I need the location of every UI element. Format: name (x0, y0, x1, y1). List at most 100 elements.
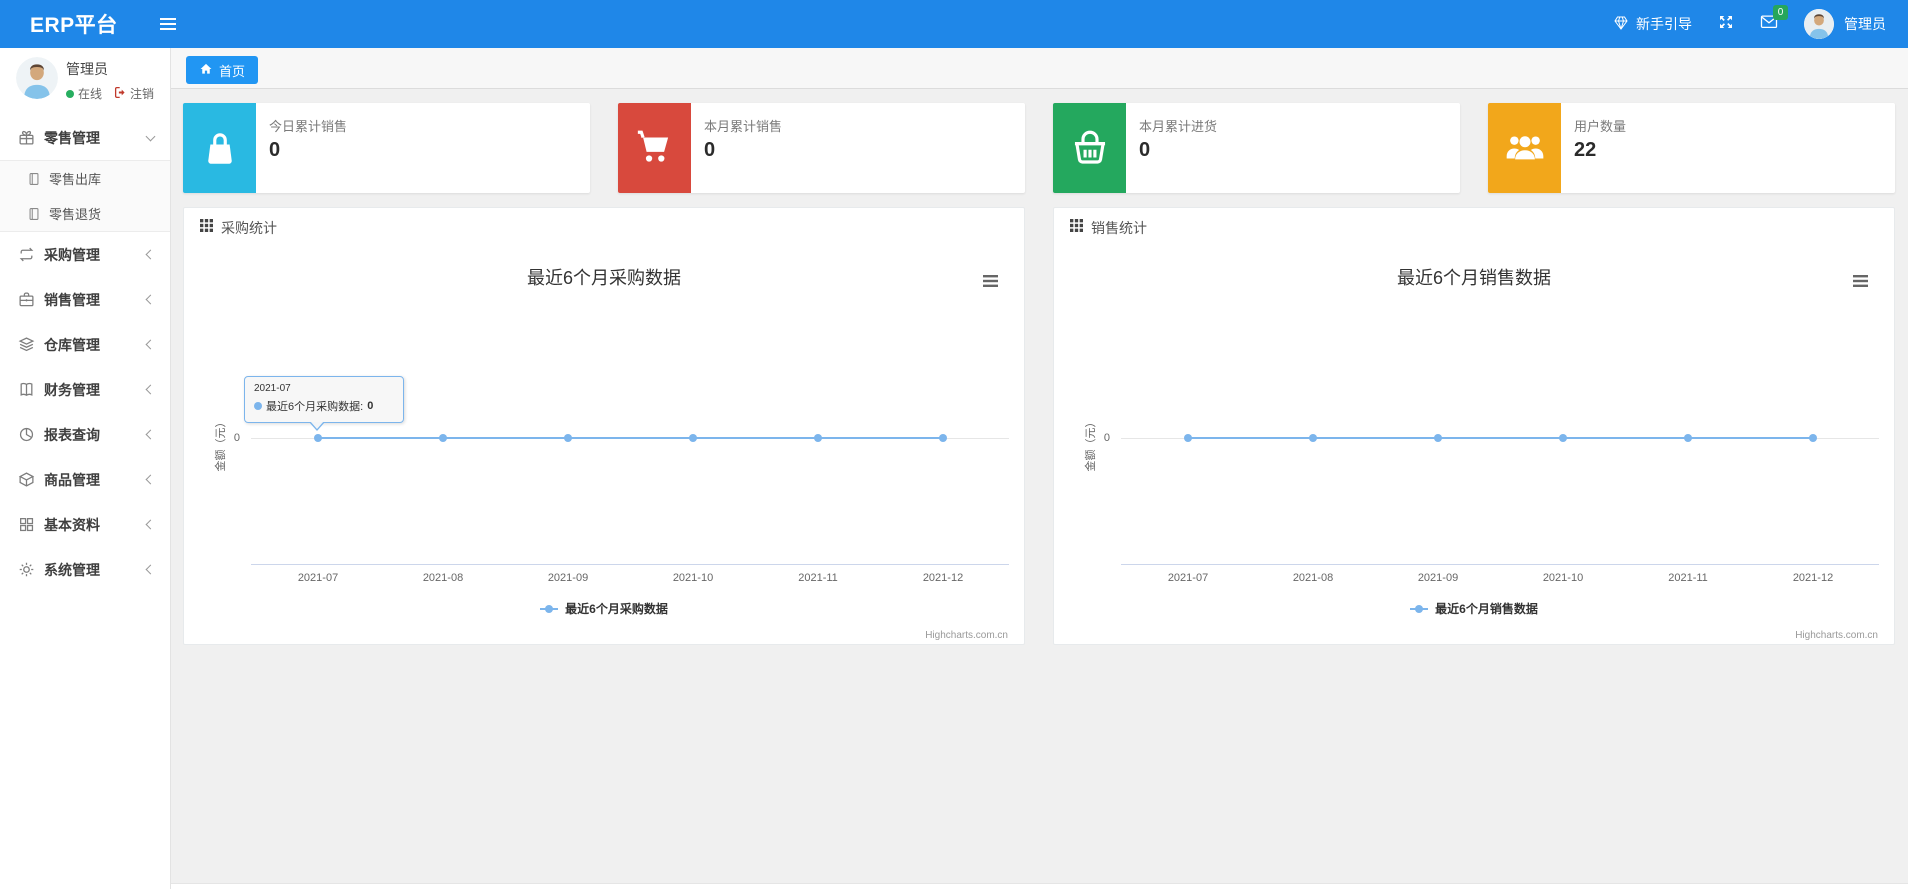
sidebar-item-label: 零售退货 (49, 207, 102, 222)
x-axis-label: 2021-10 (1542, 572, 1584, 584)
home-icon (199, 62, 213, 79)
data-point[interactable] (1184, 434, 1192, 442)
sidebar-menu: 零售管理 零售出库 零售退货 采购管理 销售管理 仓库管理 财务管理 报表查询 … (0, 115, 170, 592)
data-point[interactable] (1309, 434, 1317, 442)
highcharts-credit[interactable]: Highcharts.com.cn (1795, 630, 1878, 641)
sidebar-item-finance-management[interactable]: 财务管理 (0, 367, 170, 412)
messages-button[interactable]: 0 (1760, 5, 1788, 34)
sidebar-user-panel: 管理员 在线 注销 (0, 48, 170, 107)
fullscreen-button[interactable] (1718, 14, 1734, 35)
x-axis-label: 2021-12 (1792, 572, 1834, 584)
chevron-down-icon (145, 131, 156, 141)
x-axis-label: 2021-08 (422, 572, 464, 584)
data-point[interactable] (814, 434, 822, 442)
sidebar-item-warehouse-management[interactable]: 仓库管理 (0, 322, 170, 367)
stat-card-month-sales: 本月累计销售 0 (618, 103, 1025, 193)
main-area: 首页 今日累计销售 0 本月累计销售 0 本月累计进货 0 用户数量 22 采购… (171, 48, 1908, 889)
grid-icon (18, 516, 35, 533)
cart-icon (618, 103, 691, 193)
stat-card-value: 0 (704, 139, 716, 161)
stat-card-today-sales: 今日累计销售 0 (183, 103, 590, 193)
chevron-left-icon (145, 339, 156, 350)
legend-marker-icon (540, 604, 559, 613)
data-point[interactable] (1809, 434, 1817, 442)
gear-icon (18, 561, 35, 578)
stat-card-label: 用户数量 (1574, 119, 1627, 134)
panel-title: 销售统计 (1091, 220, 1147, 236)
top-navbar: ERP平台 新手引导 0 管理员 (0, 0, 1908, 48)
newbie-guide-label: 新手引导 (1636, 16, 1692, 32)
purchase-stats-panel: 采购统计 最近6个月采购数据 金额（元） 0 2021-07 2021-08 2… (183, 207, 1025, 645)
sidebar-item-retail-management[interactable]: 零售管理 (0, 115, 170, 160)
th-grid-icon (200, 219, 213, 237)
x-axis-label: 2021-08 (1292, 572, 1334, 584)
retail-submenu: 零售出库 零售退货 (0, 160, 170, 232)
x-axis-label: 2021-07 (1167, 572, 1209, 584)
legend-label: 最近6个月采购数据 (565, 602, 668, 616)
page-footer (171, 883, 1908, 889)
sidebar-item-label: 系统管理 (44, 561, 100, 578)
journal-icon (27, 207, 41, 221)
purchase-chart: 最近6个月采购数据 金额（元） 0 2021-07 2021-08 2021-0… (184, 248, 1024, 644)
chevron-left-icon (145, 384, 156, 395)
data-point[interactable] (314, 434, 322, 442)
chart-title: 最近6个月采购数据 (526, 268, 681, 288)
data-point[interactable] (564, 434, 572, 442)
y-axis-title: 金额（元） (215, 416, 227, 472)
user-avatar[interactable] (1804, 9, 1834, 39)
chevron-left-icon (145, 429, 156, 440)
tab-bar: 首页 (171, 48, 1908, 89)
sidebar-item-basic-data[interactable]: 基本资料 (0, 502, 170, 547)
logout-link[interactable]: 注销 (114, 85, 154, 102)
data-point[interactable] (1559, 434, 1567, 442)
newbie-guide-button[interactable]: 新手引导 (1613, 14, 1692, 34)
fullscreen-arrows-icon (1718, 14, 1734, 35)
tooltip-series-label: 最近6个月采购数据: (266, 401, 364, 413)
highcharts-credit[interactable]: Highcharts.com.cn (925, 630, 1008, 641)
sidebar-item-label: 仓库管理 (44, 336, 100, 353)
legend-item[interactable]: 最近6个月采购数据 (184, 600, 1024, 617)
stat-card-value: 22 (1574, 139, 1597, 161)
data-point[interactable] (439, 434, 447, 442)
legend-item[interactable]: 最近6个月销售数据 (1054, 600, 1894, 617)
chart-context-menu-button[interactable] (983, 274, 998, 292)
box-icon (18, 471, 35, 488)
sidebar-item-goods-management[interactable]: 商品管理 (0, 457, 170, 502)
navbar-username[interactable]: 管理员 (1844, 14, 1886, 34)
sidebar-item-label: 报表查询 (44, 426, 100, 443)
sidebar-toggle-button[interactable] (159, 15, 176, 33)
chart-context-menu-button[interactable] (1853, 274, 1868, 292)
sidebar-item-report-query[interactable]: 报表查询 (0, 412, 170, 457)
pie-chart-icon (18, 426, 35, 443)
tab-home[interactable]: 首页 (186, 56, 259, 84)
x-axis-label: 2021-09 (1417, 572, 1459, 584)
stat-card-month-purchases: 本月累计进货 0 (1053, 103, 1460, 193)
y-axis-title: 金额（元） (1085, 416, 1097, 472)
data-point[interactable] (1434, 434, 1442, 442)
tooltip-value: 0 (367, 400, 374, 412)
data-point[interactable] (1684, 434, 1692, 442)
sales-chart: 最近6个月销售数据 金额（元） 0 2021-07 2021-08 2021-0… (1054, 248, 1894, 644)
sidebar-item-retail-returns[interactable]: 零售退货 (0, 196, 170, 231)
chart-tooltip: 2021-07 最近6个月采购数据: 0 (244, 376, 404, 431)
sidebar-item-sales-management[interactable]: 销售管理 (0, 277, 170, 322)
online-status-dot (66, 89, 74, 98)
sidebar: 管理员 在线 注销 零售管理 零售出库 零售退货 采购管理 销售管理 仓库管理 … (0, 48, 171, 889)
sidebar-avatar[interactable] (16, 57, 58, 99)
chevron-left-icon (145, 294, 156, 305)
sidebar-username: 管理员 (66, 61, 108, 77)
sidebar-item-system-management[interactable]: 系统管理 (0, 547, 170, 592)
y-axis-tick: 0 (233, 432, 240, 444)
erp-dashboard: ERP平台 新手引导 0 管理员 管理员 在线 注销 零售管理 零售出库 零售退… (0, 0, 1908, 889)
data-point[interactable] (689, 434, 697, 442)
tooltip-header: 2021-07 (254, 383, 291, 394)
panel-title: 采购统计 (221, 220, 277, 236)
stat-card-user-count: 用户数量 22 (1488, 103, 1895, 193)
stat-card-label: 本月累计销售 (704, 119, 783, 134)
dashboard-content: 今日累计销售 0 本月累计销售 0 本月累计进货 0 用户数量 22 采购统计 … (171, 89, 1908, 883)
message-count-badge: 0 (1773, 5, 1788, 20)
sidebar-item-purchase-management[interactable]: 采购管理 (0, 232, 170, 277)
tab-home-label: 首页 (219, 63, 246, 79)
data-point[interactable] (939, 434, 947, 442)
sidebar-item-retail-outbound[interactable]: 零售出库 (0, 161, 170, 196)
